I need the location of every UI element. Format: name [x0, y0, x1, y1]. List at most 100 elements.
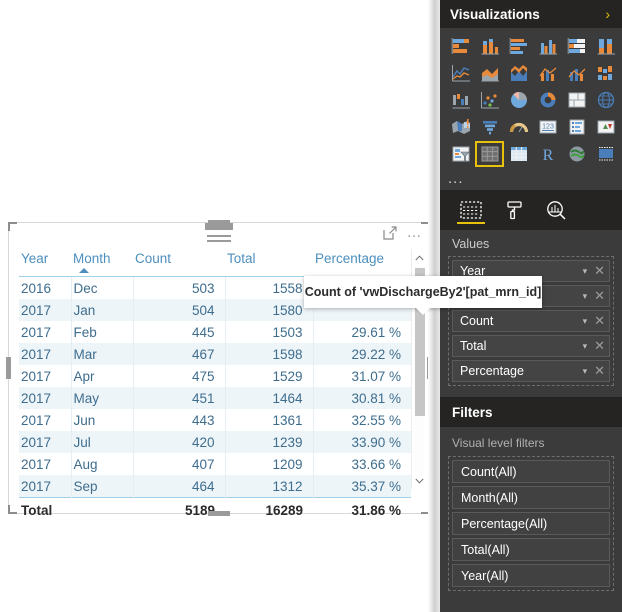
matrix-icon[interactable] [504, 141, 533, 167]
clustered-column-chart-icon[interactable] [533, 33, 562, 59]
filter-card[interactable]: Year(All) [452, 564, 610, 587]
table-header-row: Year Month Count Total Percentage [19, 249, 411, 277]
arcgis-maps-icon[interactable] [562, 141, 591, 167]
stacked-area-chart-icon[interactable] [504, 60, 533, 86]
map-icon[interactable] [591, 87, 620, 113]
more-visuals-icon[interactable]: ... [440, 169, 622, 190]
table-row[interactable]: 2017 Jun 443 1361 32.55 % [19, 409, 411, 431]
treemap-icon[interactable] [562, 87, 591, 113]
filter-card[interactable]: Count(All) [452, 460, 610, 483]
chevron-down-icon[interactable]: ▾ [583, 266, 595, 277]
scroll-down-icon[interactable] [412, 472, 426, 489]
pie-chart-icon[interactable] [504, 87, 533, 113]
cell-count: 451 [133, 387, 226, 409]
cell-total: 1580 [225, 299, 314, 321]
scatter-chart-icon[interactable] [475, 87, 504, 113]
resize-handle-top[interactable] [208, 220, 230, 225]
line-and-clustered-column-chart-icon[interactable] [562, 60, 591, 86]
remove-field-icon[interactable]: ✕ [594, 313, 605, 329]
magnifier-chart-icon [547, 201, 566, 220]
hundred-percent-stacked-bar-chart-icon[interactable] [562, 33, 591, 59]
chevron-down-icon[interactable]: ▾ [583, 366, 595, 377]
filters-drop-area[interactable]: Count(All) Month(All) Percentage(All) Total… [448, 456, 614, 591]
donut-chart-icon[interactable] [533, 87, 562, 113]
filter-card[interactable]: Percentage(All) [452, 512, 610, 535]
visualization-type-grid: 123 R [440, 28, 622, 169]
resize-handle-left[interactable] [6, 357, 11, 379]
sort-ascending-icon[interactable] [79, 268, 89, 273]
visual-level-filters-list[interactable]: Count(All) Month(All) Percentage(All) Total… [440, 456, 622, 591]
card-icon[interactable]: 123 [533, 114, 562, 140]
values-field-label: Total [460, 339, 487, 353]
chevron-down-icon[interactable]: ▾ [583, 291, 595, 302]
kpi-icon[interactable] [591, 114, 620, 140]
filter-card-label: Year(All) [461, 568, 509, 583]
cell-year: 2017 [19, 343, 72, 365]
cell-count: 467 [133, 343, 226, 365]
remove-field-icon[interactable]: ✕ [594, 338, 605, 354]
table-row[interactable]: 2017 Apr 475 1529 31.07 % [19, 365, 411, 387]
multi-row-card-icon[interactable] [562, 114, 591, 140]
area-chart-icon[interactable] [475, 60, 504, 86]
cell-total: 1464 [225, 387, 314, 409]
cell-total: 1503 [225, 321, 314, 343]
cell-year: 2017 [19, 453, 72, 475]
table-row[interactable]: 2017 Mar 467 1598 29.22 % [19, 343, 411, 365]
gauge-chart-icon[interactable] [504, 114, 533, 140]
values-field-chip[interactable]: Count ▾ ✕ [452, 310, 610, 332]
chevron-down-icon[interactable]: ▾ [583, 316, 595, 327]
cell-year: 2017 [19, 321, 72, 343]
tab-format[interactable] [504, 190, 524, 230]
tab-fields[interactable] [457, 190, 485, 230]
table-visual[interactable]: … Year Month Count Total Percentage 2016… [6, 220, 432, 523]
table-row[interactable]: 2017 Feb 445 1503 29.61 % [19, 321, 411, 343]
table-icon[interactable] [475, 141, 504, 167]
ribbon-chart-icon[interactable] [591, 60, 620, 86]
filter-card[interactable]: Month(All) [452, 486, 610, 509]
visual-drag-handle[interactable] [205, 223, 233, 245]
filled-map-icon[interactable] [446, 114, 475, 140]
waterfall-chart-icon[interactable] [446, 87, 475, 113]
table-row[interactable]: 2017 Sep 464 1312 35.37 % [19, 475, 411, 498]
chevron-right-icon[interactable]: › [605, 6, 610, 22]
column-header-month[interactable]: Month [71, 249, 133, 277]
stacked-column-chart-icon[interactable] [475, 33, 504, 59]
remove-field-icon[interactable]: ✕ [594, 363, 605, 379]
column-header-total-label: Total [227, 251, 256, 266]
visual-level-filters-label: Visual level filters [452, 436, 545, 450]
scroll-up-icon[interactable] [412, 249, 426, 266]
remove-field-icon[interactable]: ✕ [594, 263, 605, 279]
column-header-percentage-label: Percentage [315, 251, 385, 266]
filter-card[interactable]: Total(All) [452, 538, 610, 561]
values-field-chip[interactable]: Total ▾ ✕ [452, 335, 610, 357]
remove-field-icon[interactable]: ✕ [594, 288, 605, 304]
table-row[interactable]: 2017 May 451 1464 30.81 % [19, 387, 411, 409]
chevron-down-icon[interactable]: ▾ [583, 341, 595, 352]
table-row[interactable]: 2017 Aug 407 1209 33.66 % [19, 453, 411, 475]
column-header-count[interactable]: Count [133, 249, 225, 277]
filters-title: Filters [452, 404, 493, 420]
table-row[interactable]: 2017 Jul 420 1239 33.90 % [19, 431, 411, 453]
column-header-year[interactable]: Year [19, 249, 71, 277]
line-and-stacked-column-chart-icon[interactable] [533, 60, 562, 86]
hundred-percent-stacked-column-chart-icon[interactable] [591, 33, 620, 59]
line-chart-icon[interactable] [446, 60, 475, 86]
power-apps-visual-icon[interactable] [591, 141, 620, 167]
resize-handle-bottom-left[interactable] [8, 505, 17, 514]
clustered-bar-chart-icon[interactable] [504, 33, 533, 59]
values-field-chip[interactable]: Percentage ▾ ✕ [452, 360, 610, 382]
column-header-total[interactable]: Total [225, 249, 313, 277]
resize-handle-bottom[interactable] [208, 511, 230, 516]
cell-year: 2017 [19, 387, 72, 409]
cell-count: 504 [133, 299, 226, 321]
cell-percentage: 29.22 % [313, 343, 411, 365]
slicer-icon[interactable] [446, 141, 475, 167]
stacked-bar-chart-icon[interactable] [446, 33, 475, 59]
funnel-chart-icon[interactable] [475, 114, 504, 140]
column-header-percentage[interactable]: Percentage [313, 249, 411, 277]
focus-mode-icon[interactable] [382, 226, 397, 240]
fields-icon [460, 201, 482, 219]
resize-handle-top-left[interactable] [8, 222, 17, 231]
r-script-visual-icon[interactable]: R [533, 141, 562, 167]
tab-analytics[interactable] [546, 190, 567, 230]
